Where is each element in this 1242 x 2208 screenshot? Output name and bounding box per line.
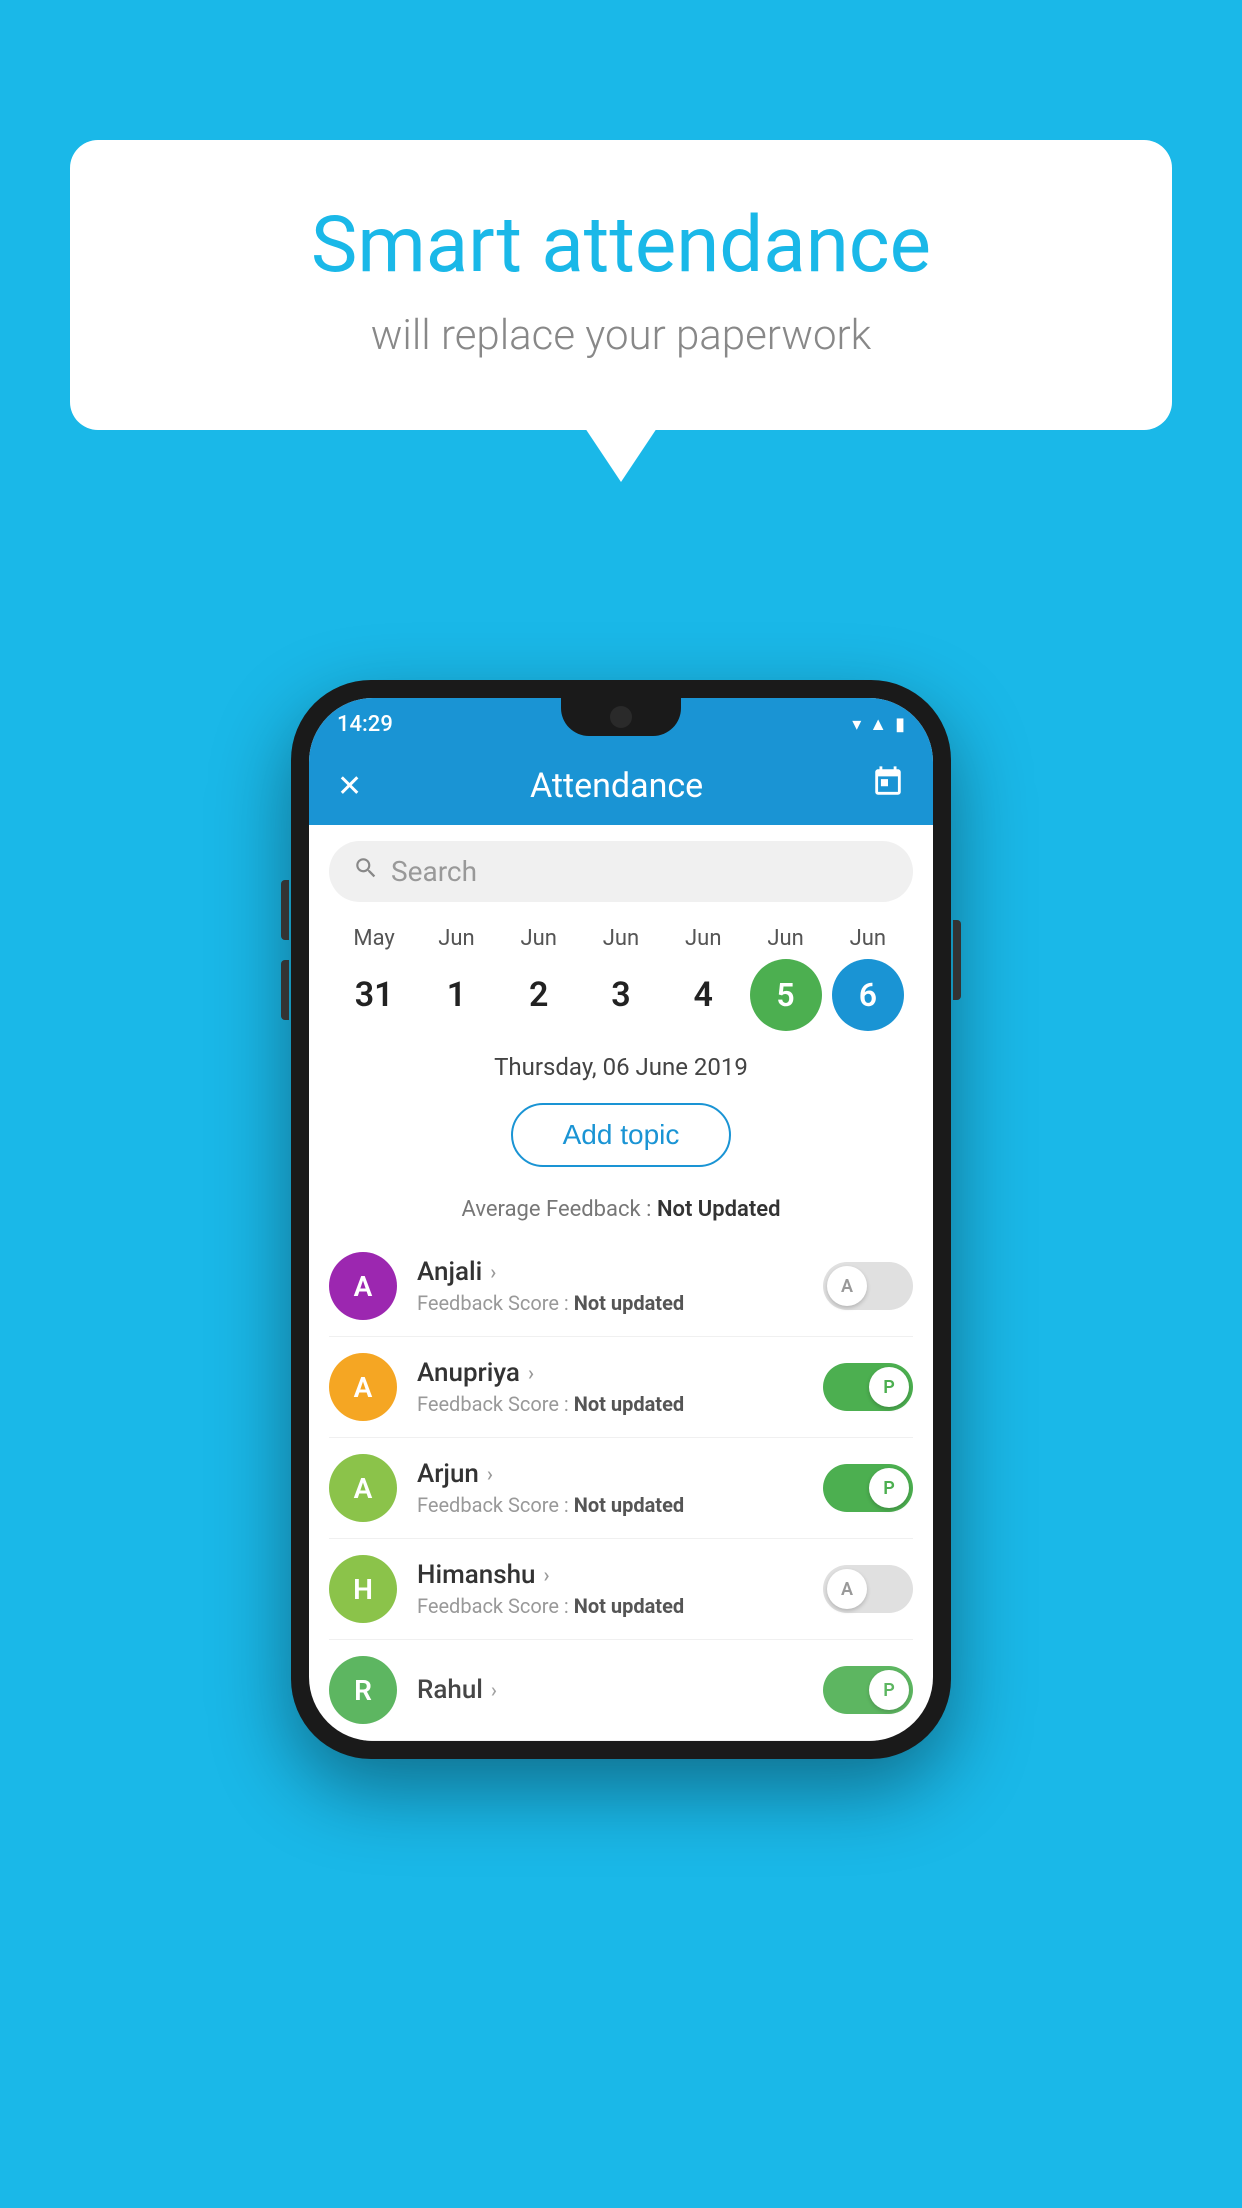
student-name-himanshu[interactable]: Himanshu › — [417, 1560, 823, 1590]
phone-outer: 14:29 ▾ ▲ ▮ ✕ Attendance — [291, 680, 951, 1759]
avatar-arjun: A — [329, 1454, 397, 1522]
phone-notch — [561, 698, 681, 736]
speech-bubble-heading: Smart attendance — [150, 200, 1092, 291]
cal-month-2: Jun — [499, 926, 579, 951]
calendar-icon[interactable] — [871, 765, 905, 807]
toggle-arjun[interactable]: P — [823, 1464, 913, 1512]
average-feedback: Average Feedback : Not Updated — [309, 1187, 933, 1236]
student-name-rahul[interactable]: Rahul › — [417, 1675, 823, 1705]
student-name-anupriya[interactable]: Anupriya › — [417, 1358, 823, 1388]
wifi-icon: ▾ — [852, 714, 861, 735]
cal-date-wrapper-0[interactable]: 31 — [334, 975, 414, 1015]
cal-date-2[interactable]: 2 — [499, 975, 579, 1015]
chevron-anupriya: › — [528, 1361, 534, 1385]
chevron-arjun: › — [487, 1462, 493, 1486]
avatar-anjali: A — [329, 1252, 397, 1320]
calendar-strip[interactable]: May Jun Jun Jun Jun Jun Jun 31 1 — [309, 918, 933, 1039]
search-icon — [353, 855, 379, 888]
student-item-himanshu[interactable]: H Himanshu › Feedback Score : Not update… — [329, 1539, 913, 1640]
student-name-anjali[interactable]: Anjali › — [417, 1257, 823, 1287]
cal-month-5: Jun — [746, 926, 826, 951]
attendance-toggle-anjali[interactable]: A — [823, 1262, 913, 1310]
average-feedback-value: Not Updated — [657, 1197, 781, 1222]
calendar-dates: 31 1 2 3 4 5 — [325, 951, 917, 1039]
toggle-anupriya[interactable]: P — [823, 1363, 913, 1411]
cal-date-wrapper-2[interactable]: 2 — [499, 975, 579, 1015]
signal-icon: ▲ — [869, 714, 887, 735]
status-icons: ▾ ▲ ▮ — [852, 714, 905, 735]
phone-screen: 14:29 ▾ ▲ ▮ ✕ Attendance — [309, 698, 933, 1741]
toggle-knob-anjali: A — [827, 1266, 867, 1306]
toggle-knob-rahul: P — [869, 1670, 909, 1710]
student-info-arjun: Arjun › Feedback Score : Not updated — [417, 1459, 823, 1517]
selected-date-label: Thursday, 06 June 2019 — [309, 1039, 933, 1089]
chevron-himanshu: › — [544, 1563, 550, 1587]
volume-button-1 — [281, 880, 289, 940]
student-item-arjun[interactable]: A Arjun › Feedback Score : Not updated — [329, 1438, 913, 1539]
cal-date-1[interactable]: 1 — [416, 975, 496, 1015]
speech-bubble: Smart attendance will replace your paper… — [70, 140, 1172, 430]
avatar-rahul: R — [329, 1656, 397, 1724]
speech-bubble-subtext: will replace your paperwork — [150, 311, 1092, 360]
cal-date-3[interactable]: 3 — [581, 975, 661, 1015]
status-time: 14:29 — [337, 712, 393, 737]
feedback-arjun: Feedback Score : Not updated — [417, 1493, 823, 1517]
student-name-arjun[interactable]: Arjun › — [417, 1459, 823, 1489]
toggle-knob-arjun: P — [869, 1468, 909, 1508]
cal-date-31[interactable]: 31 — [334, 975, 414, 1015]
avatar-anupriya: A — [329, 1353, 397, 1421]
battery-icon: ▮ — [895, 714, 905, 735]
avatar-himanshu: H — [329, 1555, 397, 1623]
cal-date-6-selected[interactable]: 6 — [832, 959, 904, 1031]
toggle-rahul[interactable]: P — [823, 1666, 913, 1714]
student-item-anjali[interactable]: A Anjali › Feedback Score : Not updated — [329, 1236, 913, 1337]
toggle-knob-anupriya: P — [869, 1367, 909, 1407]
cal-date-wrapper-4[interactable]: 4 — [663, 975, 743, 1015]
student-info-anupriya: Anupriya › Feedback Score : Not updated — [417, 1358, 823, 1416]
attendance-toggle-rahul[interactable]: P — [823, 1666, 913, 1714]
cal-month-1: Jun — [416, 926, 496, 951]
search-placeholder: Search — [391, 855, 477, 888]
phone-camera — [610, 706, 632, 728]
close-button[interactable]: ✕ — [337, 769, 362, 804]
search-bar[interactable]: Search — [329, 841, 913, 902]
cal-month-3: Jun — [581, 926, 661, 951]
speech-bubble-container: Smart attendance will replace your paper… — [70, 140, 1172, 430]
attendance-toggle-anupriya[interactable]: P — [823, 1363, 913, 1411]
toggle-anjali[interactable]: A — [823, 1262, 913, 1310]
add-topic-button[interactable]: Add topic — [511, 1103, 732, 1167]
student-item-rahul[interactable]: R Rahul › P — [329, 1640, 913, 1741]
feedback-himanshu: Feedback Score : Not updated — [417, 1594, 823, 1618]
student-list: A Anjali › Feedback Score : Not updated — [309, 1236, 933, 1741]
power-button — [953, 920, 961, 1000]
attendance-toggle-arjun[interactable]: P — [823, 1464, 913, 1512]
cal-date-5-today[interactable]: 5 — [750, 959, 822, 1031]
attendance-toggle-himanshu[interactable]: A — [823, 1565, 913, 1613]
student-info-rahul: Rahul › — [417, 1675, 823, 1705]
chevron-anjali: › — [490, 1260, 496, 1284]
student-item-anupriya[interactable]: A Anupriya › Feedback Score : Not update… — [329, 1337, 913, 1438]
cal-month-4: Jun — [663, 926, 743, 951]
volume-button-2 — [281, 960, 289, 1020]
cal-date-wrapper-5[interactable]: 5 — [746, 959, 826, 1031]
cal-date-wrapper-6[interactable]: 6 — [828, 959, 908, 1031]
toggle-himanshu[interactable]: A — [823, 1565, 913, 1613]
add-topic-container: Add topic — [309, 1089, 933, 1187]
average-feedback-label: Average Feedback : — [462, 1197, 652, 1222]
calendar-months: May Jun Jun Jun Jun Jun Jun — [325, 926, 917, 951]
feedback-anupriya: Feedback Score : Not updated — [417, 1392, 823, 1416]
cal-month-0: May — [334, 926, 414, 951]
chevron-rahul: › — [491, 1678, 497, 1702]
cal-month-6: Jun — [828, 926, 908, 951]
cal-date-wrapper-3[interactable]: 3 — [581, 975, 661, 1015]
cal-date-4[interactable]: 4 — [663, 975, 743, 1015]
phone-mockup: 14:29 ▾ ▲ ▮ ✕ Attendance — [291, 680, 951, 1759]
app-bar: ✕ Attendance — [309, 747, 933, 825]
student-info-himanshu: Himanshu › Feedback Score : Not updated — [417, 1560, 823, 1618]
student-info-anjali: Anjali › Feedback Score : Not updated — [417, 1257, 823, 1315]
cal-date-wrapper-1[interactable]: 1 — [416, 975, 496, 1015]
toggle-knob-himanshu: A — [827, 1569, 867, 1609]
app-bar-title: Attendance — [530, 766, 703, 806]
feedback-anjali: Feedback Score : Not updated — [417, 1291, 823, 1315]
